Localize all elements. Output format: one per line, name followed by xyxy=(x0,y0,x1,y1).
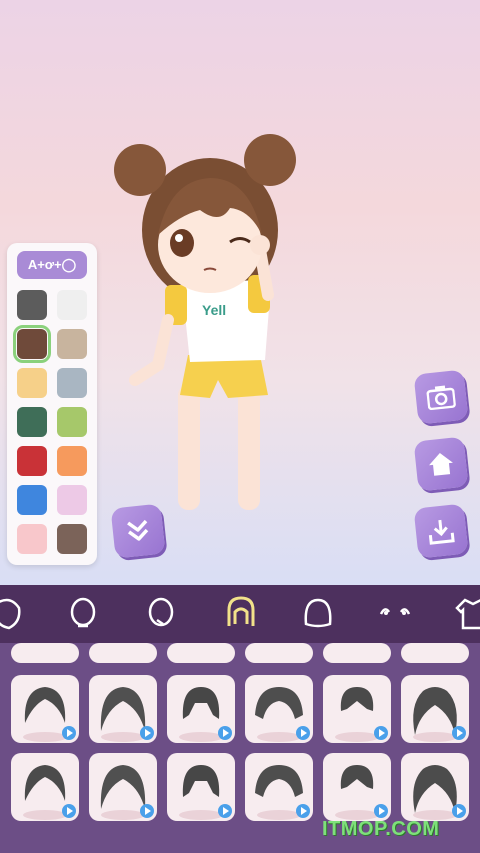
shirt-icon xyxy=(455,598,480,630)
category-bar xyxy=(0,585,480,643)
color-swatch[interactable] xyxy=(57,446,87,476)
color-swatch[interactable] xyxy=(57,485,87,515)
hair-item[interactable] xyxy=(89,643,157,663)
play-icon xyxy=(140,726,154,740)
hair-item[interactable] xyxy=(89,753,157,821)
tab-eyes[interactable] xyxy=(372,591,418,637)
hair-item[interactable] xyxy=(401,643,469,663)
head-icon xyxy=(70,597,96,628)
hair-item[interactable] xyxy=(89,675,157,743)
back-hair-icon xyxy=(304,598,332,628)
hair-item[interactable] xyxy=(11,753,79,821)
hair-item[interactable] xyxy=(245,675,313,743)
shirt-text: Yell xyxy=(202,302,226,318)
camera-button[interactable] xyxy=(413,369,469,425)
hair-item[interactable] xyxy=(401,753,469,821)
hair-item[interactable] xyxy=(167,675,235,743)
tab-face[interactable] xyxy=(0,591,32,637)
face-outline-icon xyxy=(148,597,174,627)
double-chevron-down-icon xyxy=(127,519,149,541)
item-panel xyxy=(0,585,480,853)
eyes-icon xyxy=(379,608,411,615)
color-swatch[interactable] xyxy=(57,290,87,320)
color-swatch[interactable] xyxy=(57,524,87,554)
hair-item[interactable] xyxy=(245,753,313,821)
tab-hair[interactable] xyxy=(218,591,264,637)
play-icon xyxy=(62,804,76,818)
color-swatch[interactable] xyxy=(57,368,87,398)
hair-item[interactable] xyxy=(245,643,313,663)
color-swatch[interactable] xyxy=(57,329,87,359)
color-swatch[interactable] xyxy=(17,485,47,515)
character-illustration: Yell xyxy=(114,134,296,510)
hair-item[interactable] xyxy=(167,753,235,821)
hair-item[interactable] xyxy=(167,643,235,663)
play-icon xyxy=(296,726,310,740)
color-swatch[interactable] xyxy=(17,290,47,320)
home-icon xyxy=(429,453,453,476)
play-icon xyxy=(374,804,388,818)
play-icon xyxy=(452,804,466,818)
color-swatch[interactable] xyxy=(17,446,47,476)
play-icon xyxy=(62,726,76,740)
color-swatch[interactable] xyxy=(17,407,47,437)
hair-icon xyxy=(227,596,255,626)
tab-head[interactable] xyxy=(60,591,106,637)
color-swatch[interactable] xyxy=(17,368,47,398)
tab-shirt[interactable] xyxy=(450,591,480,637)
play-icon xyxy=(218,804,232,818)
palette-color-mode-button[interactable]: A+ơ+◯ xyxy=(17,251,87,279)
play-icon xyxy=(452,726,466,740)
hair-item[interactable] xyxy=(401,675,469,743)
download-button[interactable] xyxy=(413,503,469,559)
hair-item[interactable] xyxy=(323,643,391,663)
tab-face-outline[interactable] xyxy=(138,591,184,637)
color-swatch[interactable] xyxy=(17,524,47,554)
home-button[interactable] xyxy=(413,436,469,492)
download-icon xyxy=(428,519,455,545)
collapse-button[interactable] xyxy=(110,503,166,559)
hair-item[interactable] xyxy=(11,675,79,743)
face-icon xyxy=(0,598,21,630)
play-icon xyxy=(140,804,154,818)
play-icon xyxy=(296,804,310,818)
play-icon xyxy=(374,726,388,740)
color-swatch[interactable] xyxy=(57,407,87,437)
tab-back-hair[interactable] xyxy=(295,591,341,637)
hair-item[interactable] xyxy=(11,643,79,663)
color-swatch[interactable] xyxy=(13,325,51,363)
play-icon xyxy=(218,726,232,740)
watermark: ITMOP.COM xyxy=(322,818,440,840)
camera-icon xyxy=(426,385,457,411)
hair-item[interactable] xyxy=(323,675,391,743)
hair-item[interactable] xyxy=(323,753,391,821)
color-palette: A+ơ+◯ xyxy=(7,243,97,565)
